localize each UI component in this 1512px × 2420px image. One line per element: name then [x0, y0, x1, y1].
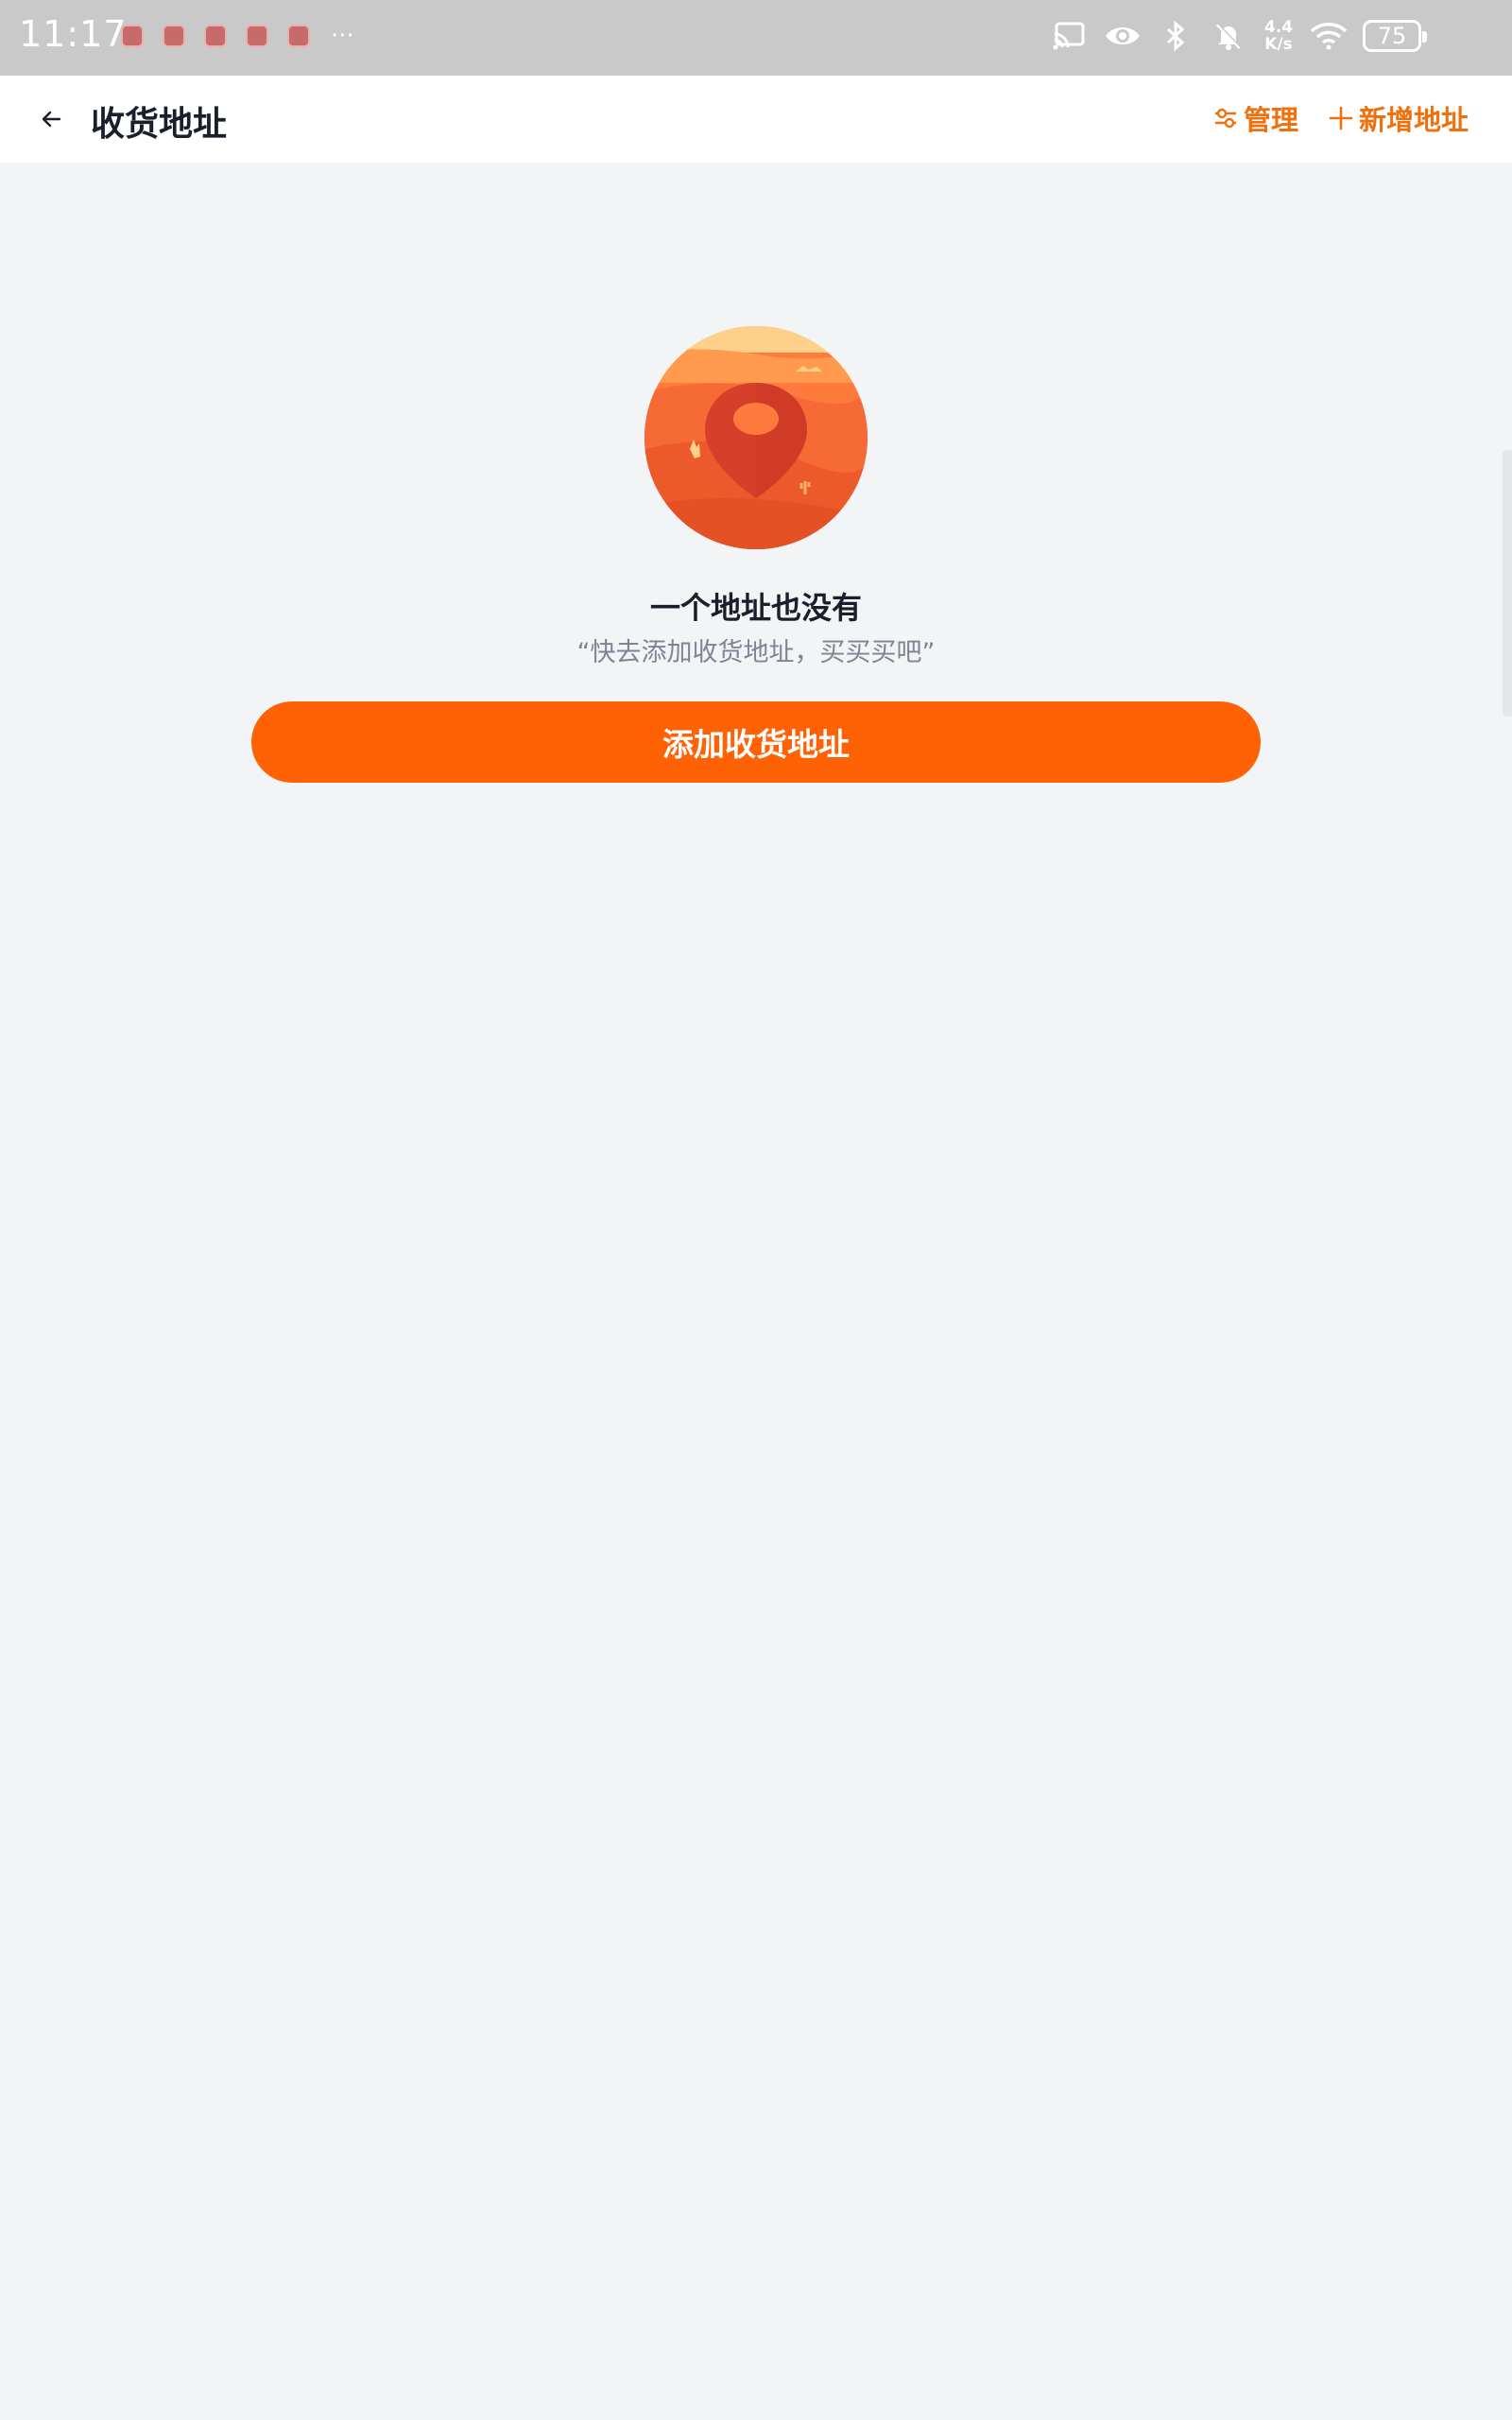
bluetooth-icon [1157, 17, 1194, 55]
cast-icon [1051, 17, 1089, 55]
app-notification-icon [287, 25, 310, 47]
page-title: 收货地址 [91, 105, 228, 144]
eye-icon [1104, 17, 1142, 55]
app-notification-icon [121, 25, 144, 47]
app-notification-icon [163, 25, 185, 47]
status-time: 11:17 [19, 13, 128, 55]
app-notification-icon [246, 25, 268, 47]
plus-icon [1329, 106, 1353, 130]
location-pin-illustration [644, 326, 868, 549]
arrow-left-icon [42, 111, 61, 128]
scroll-handle[interactable] [1503, 450, 1512, 717]
add-address-label: 新增地址 [1359, 104, 1469, 136]
network-speed-unit: K/s [1264, 35, 1293, 54]
app-header: 收货地址 管理 新增地址 [0, 76, 1512, 163]
empty-state-subtitle: “快去添加收货地址，买买买吧” [576, 638, 936, 667]
notification-icons: ··· [121, 22, 354, 50]
bell-off-icon [1210, 17, 1247, 55]
status-icons: 4.4 K/s 75 [1051, 17, 1427, 55]
back-button[interactable] [30, 96, 72, 142]
battery-icon: 75 [1363, 20, 1427, 52]
network-speed: 4.4 K/s [1263, 19, 1295, 53]
more-notifications-icon: ··· [331, 22, 354, 50]
manage-label: 管理 [1244, 104, 1299, 136]
sliders-icon [1215, 108, 1236, 129]
wifi-icon [1310, 17, 1348, 55]
add-shipping-address-button[interactable]: 添加收货地址 [251, 701, 1261, 783]
status-bar: 11:17 ··· 4.4 K/s 75 [0, 0, 1512, 76]
add-shipping-address-label: 添加收货地址 [662, 726, 850, 763]
empty-state-title: 一个地址也没有 [649, 590, 862, 626]
manage-button[interactable]: 管理 [1213, 98, 1298, 138]
network-speed-value: 4.4 [1263, 18, 1294, 37]
app-notification-icon [204, 25, 227, 47]
add-address-button[interactable]: 新增地址 [1329, 98, 1469, 138]
